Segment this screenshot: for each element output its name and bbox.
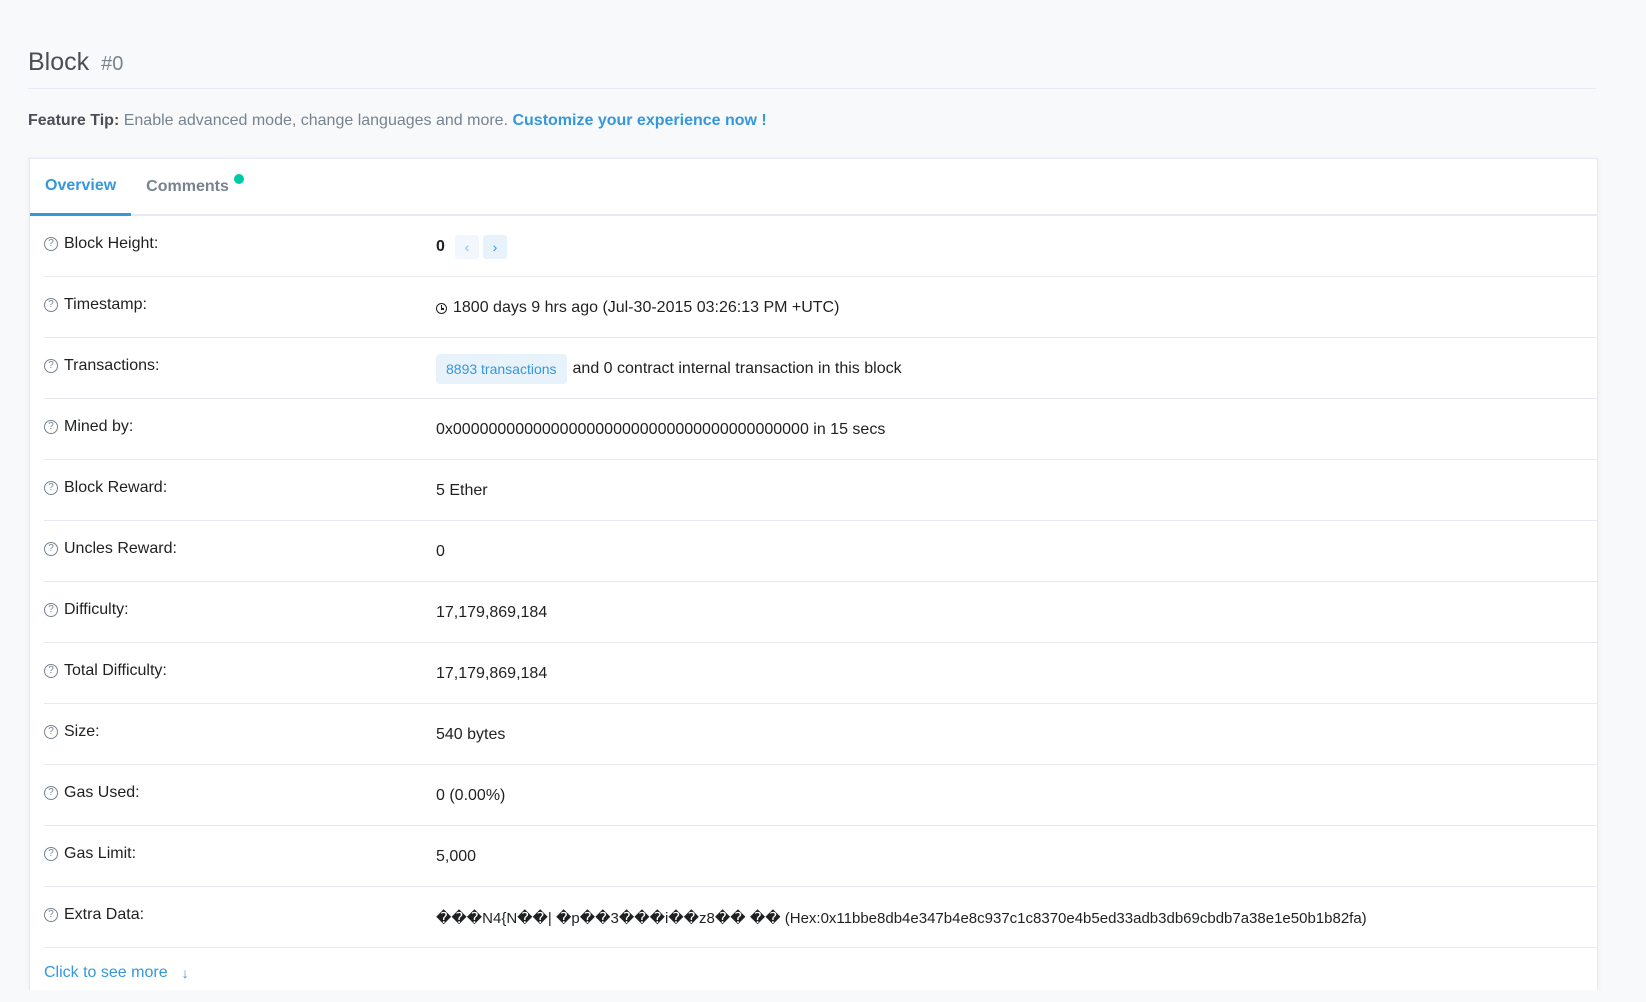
extra-data-value: ���N4{N��| �p��3���i��z8�� �� (Hex:0x11b… xyxy=(436,910,1367,927)
row-timestamp: ? Timestamp: 1800 days 9 hrs ago (Jul-30… xyxy=(44,277,1597,338)
row-value: 540 bytes xyxy=(436,726,505,744)
label-transactions: Transactions: xyxy=(64,357,160,374)
help-icon[interactable]: ? xyxy=(44,603,58,617)
row-label: ? Block Height: xyxy=(44,235,436,253)
block-reward-value: 5 Ether xyxy=(436,482,488,499)
tab-bar: Overview Comments xyxy=(30,159,1597,216)
label-block-reward: Block Reward: xyxy=(64,479,168,496)
row-value: 5 Ether xyxy=(436,482,488,500)
row-block-height: ? Block Height: 0 ‹ › xyxy=(44,216,1597,277)
row-label: ? Mined by: xyxy=(44,418,436,436)
help-icon[interactable]: ? xyxy=(44,481,58,495)
uncles-reward-value: 0 xyxy=(436,543,445,560)
timestamp-value: 1800 days 9 hrs ago (Jul-30-2015 03:26:1… xyxy=(453,299,840,316)
row-value: ���N4{N��| �p��3���i��z8�� �� (Hex:0x11b… xyxy=(436,909,1367,927)
feature-tip-text: Enable advanced mode, change languages a… xyxy=(123,112,509,129)
help-icon[interactable]: ? xyxy=(44,908,58,922)
row-label: ? Total Difficulty: xyxy=(44,662,436,680)
label-block-height: Block Height: xyxy=(64,235,159,252)
mined-by-value: 0x00000000000000000000000000000000000000… xyxy=(436,421,886,438)
customize-link[interactable]: Customize your experience now ! xyxy=(512,112,766,129)
row-total-difficulty: ? Total Difficulty: 17,179,869,184 xyxy=(44,643,1597,704)
label-difficulty: Difficulty: xyxy=(64,601,129,618)
gas-used-value: 0 (0.00%) xyxy=(436,787,506,804)
help-icon[interactable]: ? xyxy=(44,786,58,800)
row-block-reward: ? Block Reward: 5 Ether xyxy=(44,460,1597,521)
label-timestamp: Timestamp: xyxy=(64,296,147,313)
row-value: 0 (0.00%) xyxy=(436,787,505,805)
row-value: 5,000 xyxy=(436,848,476,866)
see-more-label: Click to see more xyxy=(44,964,168,981)
block-height-value: 0 xyxy=(436,238,445,255)
help-icon[interactable]: ? xyxy=(44,298,58,312)
row-label: ? Gas Used: xyxy=(44,784,436,802)
clock-icon xyxy=(436,302,447,314)
help-icon[interactable]: ? xyxy=(44,542,58,556)
row-value: 1800 days 9 hrs ago (Jul-30-2015 03:26:1… xyxy=(436,299,839,317)
row-gas-used: ? Gas Used: 0 (0.00%) xyxy=(44,765,1597,826)
row-uncles-reward: ? Uncles Reward: 0 xyxy=(44,521,1597,582)
feature-tip-label: Feature Tip: xyxy=(28,112,120,129)
row-mined-by: ? Mined by: 0x00000000000000000000000000… xyxy=(44,399,1597,460)
row-difficulty: ? Difficulty: 17,179,869,184 xyxy=(44,582,1597,643)
see-more-link[interactable]: Click to see more ↓ xyxy=(44,948,1597,993)
chevron-left-icon[interactable]: ‹ xyxy=(454,235,479,259)
row-size: ? Size: 540 bytes xyxy=(44,704,1597,765)
page-header: Block #0 xyxy=(28,36,1596,89)
tab-comments[interactable]: Comments xyxy=(131,159,259,214)
page-bottom xyxy=(0,990,1646,1002)
row-gas-limit: ? Gas Limit: 5,000 xyxy=(44,826,1597,887)
row-value: 17,179,869,184 xyxy=(436,665,547,683)
page-title: Block xyxy=(28,47,90,76)
overview-rows: ? Block Height: 0 ‹ › ? Timestamp: 1800 … xyxy=(30,216,1597,993)
row-extra-data: ? Extra Data: ���N4{N��| �p��3���i��z8��… xyxy=(44,887,1597,948)
row-value: 0 xyxy=(436,543,445,561)
row-label: ? Block Reward: xyxy=(44,479,436,497)
label-size: Size: xyxy=(64,723,100,740)
help-icon[interactable]: ? xyxy=(44,725,58,739)
row-label: ? Timestamp: xyxy=(44,296,436,314)
help-icon[interactable]: ? xyxy=(44,420,58,434)
row-value: 0 ‹ › xyxy=(436,235,507,259)
transactions-link[interactable]: 8893 transactions xyxy=(436,354,567,384)
block-number: #0 xyxy=(101,52,124,75)
size-value: 540 bytes xyxy=(436,726,506,743)
row-label: ? Gas Limit: xyxy=(44,845,436,863)
row-label: ? Difficulty: xyxy=(44,601,436,619)
help-icon[interactable]: ? xyxy=(44,664,58,678)
help-icon[interactable]: ? xyxy=(44,847,58,861)
gas-limit-value: 5,000 xyxy=(436,848,477,865)
transactions-suffix: and 0 contract internal transaction in t… xyxy=(572,360,902,377)
row-value: 0x00000000000000000000000000000000000000… xyxy=(436,421,885,439)
chevron-right-icon[interactable]: › xyxy=(482,235,507,259)
tab-comments-label: Comments xyxy=(146,177,229,195)
row-label: ? Uncles Reward: xyxy=(44,540,436,558)
row-label: ? Size: xyxy=(44,723,436,741)
tab-overview-label: Overview xyxy=(45,177,117,194)
label-mined-by: Mined by: xyxy=(64,418,134,435)
feature-tip: Feature Tip: Enable advanced mode, chang… xyxy=(28,112,767,130)
arrow-down-icon: ↓ xyxy=(181,965,189,981)
help-icon[interactable]: ? xyxy=(44,237,58,251)
row-value: 17,179,869,184 xyxy=(436,604,547,622)
row-value: 8893 transactions and 0 contract interna… xyxy=(436,354,902,384)
help-icon[interactable]: ? xyxy=(44,359,58,373)
block-details-card: Overview Comments ? Block Height: 0 ‹ › … xyxy=(29,158,1598,993)
total-difficulty-value: 17,179,869,184 xyxy=(436,665,548,682)
label-gas-used: Gas Used: xyxy=(64,784,140,801)
label-extra-data: Extra Data: xyxy=(64,906,145,923)
label-uncles-reward: Uncles Reward: xyxy=(64,540,177,557)
difficulty-value: 17,179,869,184 xyxy=(436,604,548,621)
row-label: ? Transactions: xyxy=(44,357,436,375)
row-label: ? Extra Data: xyxy=(44,906,436,924)
label-total-difficulty: Total Difficulty: xyxy=(64,662,167,679)
label-gas-limit: Gas Limit: xyxy=(64,845,137,862)
row-transactions: ? Transactions: 8893 transactions and 0 … xyxy=(44,338,1597,399)
tab-overview[interactable]: Overview xyxy=(30,159,132,216)
new-comment-dot-icon xyxy=(233,173,244,184)
